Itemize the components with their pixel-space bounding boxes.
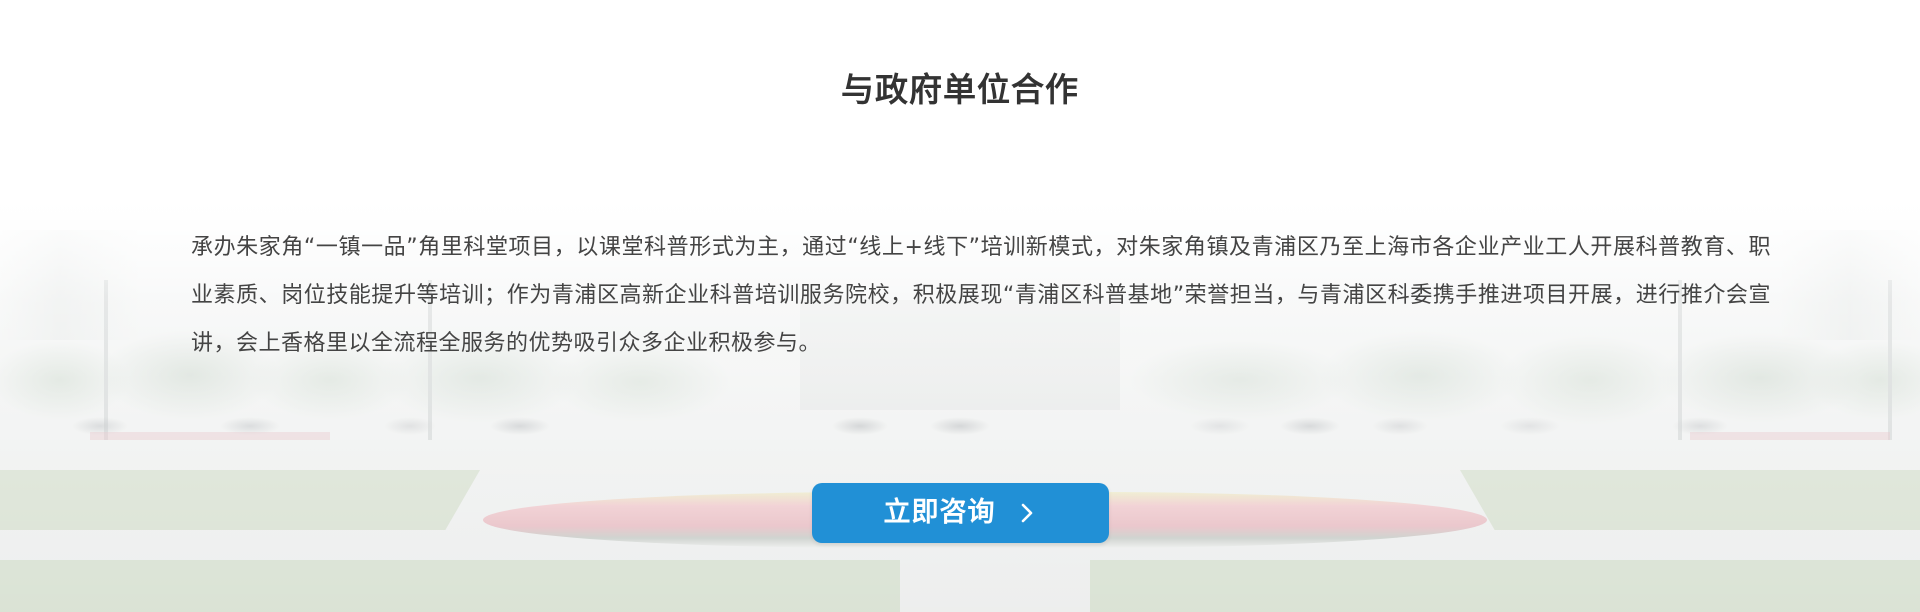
chevron-right-icon	[1016, 502, 1038, 524]
consult-now-label: 立即咨询	[883, 497, 996, 528]
consult-now-button[interactable]: 立即咨询	[812, 483, 1109, 543]
section-description: 承办朱家角“一镇一品”角里科堂项目，以课堂科普形式为主，通过“线上+线下”培训新…	[191, 235, 1771, 356]
government-cooperation-section: 与政府单位合作 承办朱家角“一镇一品”角里科堂项目，以课堂科普形式为主，通过“线…	[0, 0, 1920, 612]
section-title: 与政府单位合作	[841, 70, 1079, 109]
